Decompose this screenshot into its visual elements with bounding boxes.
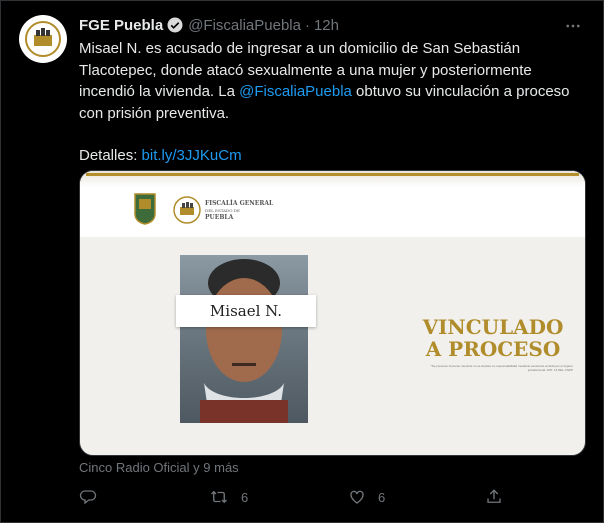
fge-emblem-icon xyxy=(173,196,201,224)
tweet-image[interactable]: FISCALÍA GENERAL DEL ESTADO DE PUEBLA Mi… xyxy=(79,170,586,456)
tweet-text: Misael N. es acusado de ingresar a un do… xyxy=(79,38,584,167)
verified-badge-icon xyxy=(166,16,184,34)
retweet-count: 6 xyxy=(241,489,249,505)
action-bar: 6 6 xyxy=(79,487,589,507)
retweet-icon xyxy=(211,490,227,504)
more-icon[interactable] xyxy=(561,14,585,38)
card-gold-bar xyxy=(86,173,579,176)
org-name: FISCALÍA GENERAL DEL ESTADO DE PUEBLA xyxy=(205,200,273,221)
puebla-shield-icon xyxy=(134,193,156,225)
header-separator: · xyxy=(304,16,310,34)
author-handle[interactable]: @FiscaliaPuebla xyxy=(188,17,301,34)
share-button[interactable] xyxy=(485,487,503,507)
share-icon xyxy=(487,489,501,503)
status-heading: VINCULADO A PROCESO xyxy=(413,316,573,360)
status-line1: VINCULADO xyxy=(422,315,564,339)
like-button[interactable]: 6 xyxy=(348,487,385,507)
like-icon xyxy=(350,490,364,504)
tweet-time[interactable]: 12h xyxy=(314,17,339,34)
avatar[interactable] xyxy=(19,15,67,63)
org-line2: DEL ESTADO DE xyxy=(205,208,240,213)
author-name[interactable]: FGE Puebla xyxy=(79,17,163,34)
retweet-button[interactable]: 6 xyxy=(209,487,248,507)
reply-icon xyxy=(79,490,97,505)
legal-notice: *Se presume inocente mientras no se decl… xyxy=(430,364,573,372)
person-name-label: Misael N. xyxy=(176,295,316,327)
status-line2: A PROCESO xyxy=(425,337,561,361)
person-photo xyxy=(180,255,308,423)
reply-button[interactable] xyxy=(79,487,97,507)
like-count: 6 xyxy=(378,489,386,505)
details-label: Detalles: xyxy=(79,147,142,164)
mention-link[interactable]: @FiscaliaPuebla xyxy=(239,83,352,100)
org-line3: PUEBLA xyxy=(205,214,234,221)
fge-logo-icon xyxy=(25,21,61,57)
org-line1: FISCALÍA GENERAL xyxy=(205,200,274,207)
media-tags[interactable]: Cinco Radio Oficial y 9 más xyxy=(79,460,239,475)
tweet-header: FGE Puebla @FiscaliaPuebla · 12h xyxy=(79,15,339,35)
details-link[interactable]: bit.ly/3JJKuCm xyxy=(142,147,242,164)
